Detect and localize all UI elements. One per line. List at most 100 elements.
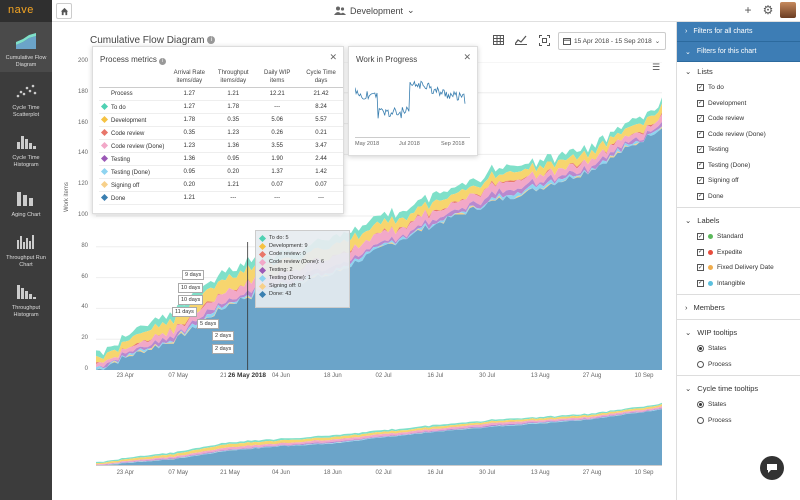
label-filter-label: Standard	[717, 233, 744, 241]
checkbox[interactable]: ✓	[697, 264, 704, 272]
table-view-button[interactable]	[489, 32, 507, 48]
filters-all-charts-header[interactable]: › Filters for all charts	[677, 22, 800, 42]
close-icon[interactable]: ✕	[463, 52, 471, 63]
project-selector[interactable]: Development ⌄	[334, 5, 415, 16]
checkbox[interactable]: ✓	[697, 84, 704, 92]
y-tick-label: 100	[77, 212, 88, 218]
checkbox[interactable]: ✓	[697, 233, 704, 241]
checkbox[interactable]: ✓	[697, 192, 704, 200]
nav-item-throughputhist[interactable]: Throughput Histogram	[0, 272, 52, 322]
radio-option[interactable]: States	[677, 397, 800, 413]
nav-item-cfd[interactable]: Cumulative Flow Diagram	[0, 22, 52, 72]
members-section-header[interactable]: › Members	[677, 298, 800, 316]
date-range-picker[interactable]: 15 Apr 2018 - 15 Sep 2018 ⌄	[558, 32, 666, 50]
chevron-right-icon: ›	[685, 28, 688, 35]
cfd-navigator[interactable]	[96, 394, 662, 466]
checkbox[interactable]: ✓	[697, 161, 704, 169]
label-filter-item[interactable]: ✓ Fixed Delivery Date	[677, 260, 800, 276]
ct-tooltips-section-header[interactable]: ⌄ Cycle time tooltips	[677, 379, 800, 397]
cycle-time-label[interactable]: 10 days	[178, 283, 204, 293]
trend-view-button[interactable]	[512, 32, 530, 48]
list-filter-item[interactable]: ✓ Testing (Done)	[677, 158, 800, 174]
list-filter-item[interactable]: ✓ Testing	[677, 142, 800, 158]
label-filter-item[interactable]: ✓ Intangible	[677, 276, 800, 292]
list-filter-item[interactable]: ✓ Code review (Done)	[677, 127, 800, 143]
nav-x-tick-label: 18 Jun	[323, 470, 342, 476]
list-filter-label: Code review	[708, 115, 745, 123]
checkbox[interactable]: ✓	[697, 99, 704, 107]
diamond-icon	[100, 141, 109, 149]
nav-item-aging[interactable]: Aging Chart	[0, 172, 52, 222]
cycle-time-label[interactable]: 2 days	[212, 344, 235, 354]
list-filter-item[interactable]: ✓ Signing off	[677, 173, 800, 189]
list-filter-item[interactable]: ✓ Code review	[677, 111, 800, 127]
metrics-row: Done 1.21 --- --- ---	[99, 191, 343, 205]
radio-button[interactable]	[697, 401, 704, 409]
cycle-time-label[interactable]: 11 days	[172, 307, 197, 317]
checkbox[interactable]: ✓	[697, 130, 704, 138]
radio-option[interactable]: States	[677, 341, 800, 357]
list-filter-item[interactable]: ✓ To do	[677, 80, 800, 96]
list-filter-label: Development	[708, 99, 747, 107]
info-icon[interactable]: i	[159, 58, 167, 65]
y-tick-label: 200	[77, 58, 88, 64]
nav-x-tick-label: 07 May	[168, 470, 189, 476]
home-button[interactable]	[56, 3, 72, 19]
metrics-cell-throughput: 1.23	[211, 126, 256, 140]
wip-popup-title: Work in Progress	[356, 55, 418, 64]
radio-button[interactable]	[697, 360, 704, 368]
wip-tooltips-section-header[interactable]: ⌄ WIP tooltips	[677, 323, 800, 341]
close-icon[interactable]: ✕	[329, 52, 337, 63]
brand-logo: nave	[0, 0, 52, 22]
settings-button[interactable]: ⚙	[760, 2, 776, 18]
date-range-text: 15 Apr 2018 - 15 Sep 2018	[574, 37, 652, 45]
filters-all-charts-label: Filters for all charts	[693, 28, 753, 35]
y-tick-label: 0	[84, 366, 88, 372]
info-icon[interactable]: i	[207, 36, 216, 45]
nav-x-tick-label: 10 Sep	[634, 470, 654, 476]
diamond-icon	[258, 258, 267, 266]
label-filter-item[interactable]: ✓ Standard	[677, 229, 800, 245]
checkbox[interactable]: ✓	[697, 146, 704, 154]
radio-button[interactable]	[697, 416, 704, 424]
filters-this-chart-header[interactable]: ⌄ Filters for this chart	[677, 42, 800, 62]
focus-button[interactable]	[535, 32, 553, 48]
y-tick-label: 140	[77, 150, 88, 157]
lists-section-header[interactable]: ⌄ Lists	[677, 62, 800, 80]
metrics-cell-wip: 1.37	[255, 165, 300, 179]
avatar[interactable]	[780, 2, 796, 18]
add-button[interactable]: +	[740, 2, 756, 18]
label-filter-item[interactable]: ✓ Expedite	[677, 245, 800, 261]
radio-option[interactable]: Process	[677, 357, 800, 373]
metrics-header	[99, 67, 168, 88]
chat-button[interactable]	[760, 456, 784, 480]
nav-item-throughputrun[interactable]: Throughput Run Chart	[0, 222, 52, 272]
metrics-row: Development 1.78 0.35 5.06 5.57	[99, 113, 343, 127]
radio-option[interactable]: Process	[677, 413, 800, 429]
top-bar: Development ⌄ + ⚙	[52, 0, 800, 22]
checkbox[interactable]: ✓	[697, 177, 704, 185]
metrics-row: To do 1.27 1.78 --- 8.24	[99, 100, 343, 114]
nav-x-tick-label: 23 Apr	[116, 470, 134, 476]
cycle-time-label[interactable]: 9 days	[182, 270, 205, 280]
checkbox[interactable]: ✓	[697, 248, 704, 256]
y-tick-label: 40	[81, 304, 88, 311]
list-filter-item[interactable]: ✓ Done	[677, 189, 800, 205]
list-filter-item[interactable]: ✓ Development	[677, 96, 800, 112]
chevron-down-icon: ⌄	[407, 5, 415, 15]
checkbox[interactable]: ✓	[697, 279, 704, 287]
cycle-time-label[interactable]: 5 days	[197, 319, 220, 329]
cycle-time-label[interactable]: 2 days	[212, 331, 235, 341]
diamond-icon	[100, 180, 109, 188]
radio-button[interactable]	[697, 345, 704, 353]
tooltip-row-label: Code review (Done): 6	[269, 259, 325, 265]
nav-item-cthist[interactable]: Cycle Time Histogram	[0, 122, 52, 172]
labels-section-header[interactable]: ⌄ Labels	[677, 211, 800, 229]
nav-item-ctscatter[interactable]: Cycle Time Scatterplot	[0, 72, 52, 122]
label-color-dot	[708, 280, 713, 286]
process-metrics-popup: Process metrics i ✕ Arrival Rate items/d…	[92, 46, 344, 214]
ct-tooltips-title: Cycle time tooltips	[697, 383, 759, 393]
tooltip-row-label: Testing (Done): 1	[269, 275, 311, 281]
cycle-time-label[interactable]: 10 days	[178, 295, 204, 305]
checkbox[interactable]: ✓	[697, 115, 704, 123]
